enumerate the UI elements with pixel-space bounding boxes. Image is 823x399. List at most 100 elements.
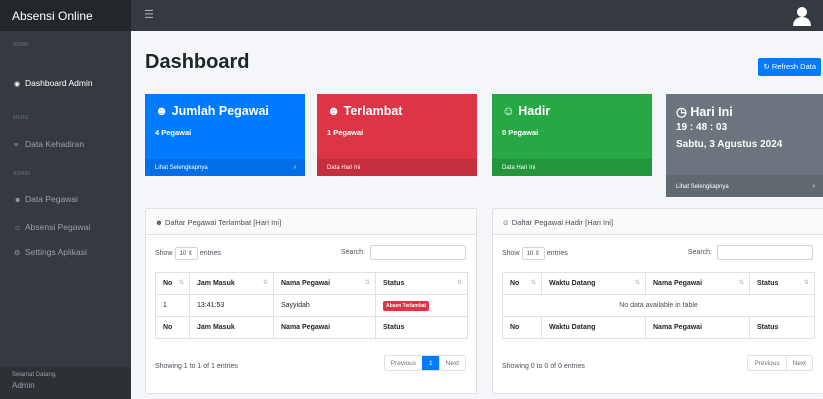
- users-clock-icon: ☻: [155, 218, 165, 227]
- app: Absensi Online ☰ HOME ◉ Dashboard Admin M…: [0, 0, 823, 399]
- col-waktu-datang[interactable]: Waktu Datang ⇅: [541, 272, 646, 295]
- top-navbar: Absensi Online ☰: [0, 0, 823, 31]
- col-label: No: [163, 280, 173, 287]
- entries-control: Show 10 ⇕ entries: [502, 247, 568, 260]
- foot-nama-pegawai: Nama Pegawai: [273, 316, 376, 339]
- sidebar-item-settings[interactable]: ⚙ Settings Aplikasi: [0, 238, 131, 266]
- col-nama-pegawai[interactable]: Nama Pegawai ⇅: [273, 272, 376, 295]
- foot-nama-pegawai: Nama Pegawai: [645, 316, 750, 339]
- sort-icon: ⇅: [803, 280, 809, 286]
- sort-icon: ⇅: [738, 280, 744, 286]
- card-footer: Data Hari Ini: [317, 159, 477, 176]
- search-input[interactable]: [370, 245, 466, 260]
- panel-title: Daftar Pegawai Hadir [Hari Ini]: [511, 218, 614, 227]
- menu-toggle-icon[interactable]: ☰: [144, 8, 154, 21]
- card-title: Hadir: [518, 104, 551, 118]
- sort-icon: ⇅: [364, 280, 370, 286]
- card-footer-label: Lihat Selengkapnya: [155, 165, 208, 171]
- sort-icon: ⇅: [262, 280, 268, 286]
- sidebar-item-label: Dashboard Admin: [25, 78, 93, 88]
- col-nama-pegawai[interactable]: Nama Pegawai ⇅: [645, 272, 750, 295]
- entries-select[interactable]: 10 ⇕: [174, 247, 198, 260]
- users-icon: ☻: [155, 104, 172, 118]
- users-icon: ☻: [14, 197, 22, 204]
- foot-jam-masuk: Jam Masuk: [189, 316, 274, 339]
- sidebar-item-label: Settings Aplikasi: [25, 247, 87, 257]
- gear-icon: ⚙: [14, 250, 21, 257]
- col-no[interactable]: No ⇅: [502, 272, 542, 295]
- chevron-right-icon: ›: [812, 183, 815, 190]
- col-label: Nama Pegawai: [281, 280, 331, 287]
- table-footer-row: No Waktu Datang Nama Pegawai Status: [502, 316, 815, 339]
- card-value: 4 Pegawai: [155, 128, 192, 137]
- empty-message: No data available in table: [502, 294, 815, 317]
- card-value: 1 Pegawai: [327, 128, 364, 137]
- sort-icon: ⇅: [178, 280, 184, 286]
- sidebar-item-label: Absensi Pegawai: [25, 222, 91, 232]
- sidebar-item-pegawai[interactable]: ☻ Data Pegawai: [0, 185, 131, 213]
- col-jam-masuk[interactable]: Jam Masuk ⇅: [189, 272, 274, 295]
- foot-no: No: [155, 316, 190, 339]
- user-icon[interactable]: [791, 5, 813, 27]
- list-icon: ≡: [14, 142, 19, 149]
- refresh-label: Refresh Data: [771, 62, 816, 71]
- cell-status: Absen Terlambat: [375, 294, 468, 317]
- table-header-row: No ⇅ Jam Masuk ⇅ Nama Pegawai ⇅ Status ⇅: [155, 272, 468, 295]
- prev-button[interactable]: Previous: [385, 356, 422, 370]
- entries-value: 10: [526, 251, 534, 257]
- sort-icon: ⇅: [530, 280, 536, 286]
- card-footer-label: Lihat Selengkapnya: [676, 184, 729, 190]
- users-clock-icon: ☻: [327, 104, 344, 118]
- card-footer-label: Data Hari Ini: [327, 165, 361, 171]
- card-hari-ini: ◷ Hari Ini 19 : 48 : 03 Sabtu, 3 Agustus…: [666, 94, 823, 197]
- card-footer-link[interactable]: Lihat Selengkapnya ›: [145, 159, 305, 176]
- dashboard-icon: ◉: [14, 81, 21, 88]
- refresh-icon: ↻: [763, 62, 772, 71]
- page-1-button[interactable]: 1: [422, 356, 439, 370]
- next-button[interactable]: Next: [785, 356, 812, 370]
- user-check-icon: ☺: [502, 218, 512, 227]
- card-title: Hari Ini: [690, 105, 733, 119]
- clock-icon: ◷: [676, 105, 691, 119]
- cell-no: 1: [155, 294, 190, 317]
- col-label: No: [510, 280, 520, 287]
- sidebar-section-menu: MENU: [13, 115, 29, 121]
- search-label: Search:: [340, 249, 365, 256]
- refresh-button[interactable]: ↻ Refresh Data: [758, 58, 821, 76]
- entries-control: Show 10 ⇕ entries: [155, 247, 221, 260]
- col-no[interactable]: No ⇅: [155, 272, 190, 295]
- entries-value: 10: [179, 251, 187, 257]
- entries-select[interactable]: 10 ⇕: [521, 247, 545, 260]
- current-user: Admin: [12, 381, 35, 390]
- search-input[interactable]: [717, 245, 813, 260]
- card-footer-link[interactable]: Lihat Selengkapnya ›: [666, 175, 823, 197]
- sidebar: HOME ◉ Dashboard Admin MENU ≡ Data Kehadir…: [0, 31, 131, 399]
- col-status[interactable]: Status ⇅: [749, 272, 815, 295]
- prev-button[interactable]: Previous: [748, 356, 785, 370]
- col-label: Status: [757, 280, 779, 287]
- card-title: Terlambat: [343, 104, 403, 118]
- table-row: No data available in table: [502, 294, 815, 317]
- present-table: No ⇅ Waktu Datang ⇅ Nama Pegawai ⇅ Status ⇅ …: [502, 272, 815, 339]
- sidebar-item-label: Data Pegawai: [25, 194, 78, 204]
- user-check-icon: ☺: [14, 225, 22, 232]
- sidebar-item-dashboard[interactable]: ◉ Dashboard Admin: [0, 69, 131, 97]
- col-status[interactable]: Status ⇅: [375, 272, 468, 295]
- card-hadir: ☺ Hadir 0 Pegawai Data Hari Ini: [492, 94, 652, 176]
- sidebar-item-kehadiran[interactable]: ≡ Data Kehadiran: [0, 130, 131, 158]
- pagination: Previous 1 Next: [383, 355, 466, 371]
- table-row: 1 13:41:53 Sayyidah Absen Terlambat: [155, 294, 468, 317]
- page-title: Dashboard: [145, 51, 250, 73]
- sidebar-item-absensi[interactable]: ☺ Absensi Pegawai: [0, 213, 131, 241]
- brand-logo[interactable]: Absensi Online: [0, 0, 131, 31]
- sort-icon: ⇅: [456, 280, 462, 286]
- chevron-right-icon: ›: [293, 164, 296, 171]
- next-button[interactable]: Next: [438, 356, 465, 370]
- clock-time: 19 : 48 : 03: [676, 122, 728, 133]
- card-value: 0 Pegawai: [502, 128, 539, 137]
- card-terlambat: ☻ Terlambat 1 Pegawai Data Hari Ini: [317, 94, 477, 176]
- panel-title: Daftar Pegawai Terlambat [Hari Ini]: [164, 218, 282, 227]
- current-date: Sabtu, 3 Agustus 2024: [676, 139, 783, 150]
- sidebar-item-label: Data Kehadiran: [25, 139, 85, 149]
- pagination: Previous Next: [747, 355, 813, 371]
